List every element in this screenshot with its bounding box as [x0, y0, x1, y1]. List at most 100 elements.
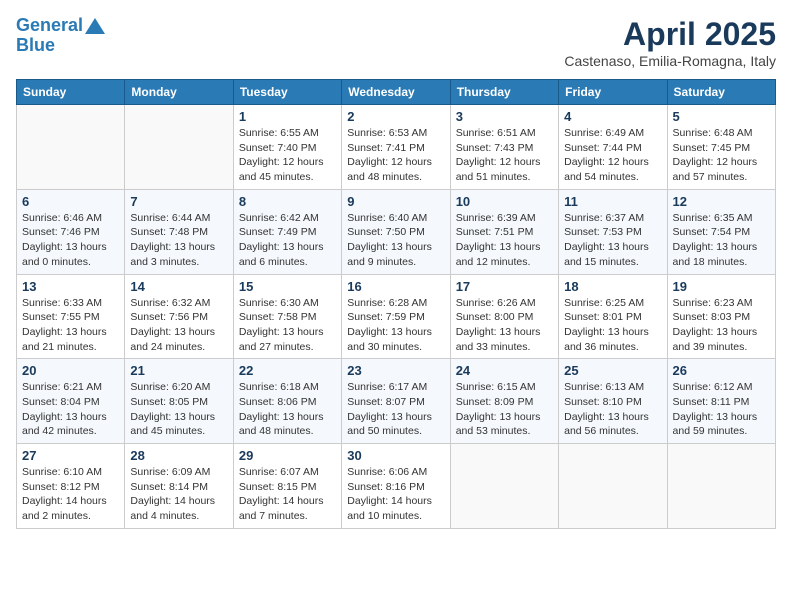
calendar-week-row: 20 Sunrise: 6:21 AM Sunset: 8:04 PM Dayli…: [17, 359, 776, 444]
calendar-cell: 26 Sunrise: 6:12 AM Sunset: 8:11 PM Dayli…: [667, 359, 775, 444]
day-info: Sunrise: 6:30 AM Sunset: 7:58 PM Dayligh…: [239, 296, 336, 355]
logo-triangle-icon: [85, 18, 105, 34]
logo-line1: General: [16, 15, 83, 35]
weekday-header-row: SundayMondayTuesdayWednesdayThursdayFrid…: [17, 80, 776, 105]
day-info: Sunrise: 6:25 AM Sunset: 8:01 PM Dayligh…: [564, 296, 661, 355]
day-number: 8: [239, 194, 336, 209]
day-number: 3: [456, 109, 553, 124]
calendar-cell: 11 Sunrise: 6:37 AM Sunset: 7:53 PM Dayli…: [559, 189, 667, 274]
calendar-cell: [125, 105, 233, 190]
calendar-title: April 2025: [564, 16, 776, 53]
day-info: Sunrise: 6:40 AM Sunset: 7:50 PM Dayligh…: [347, 211, 444, 270]
day-info: Sunrise: 6:39 AM Sunset: 7:51 PM Dayligh…: [456, 211, 553, 270]
calendar-table: SundayMondayTuesdayWednesdayThursdayFrid…: [16, 79, 776, 529]
day-number: 11: [564, 194, 661, 209]
day-info: Sunrise: 6:20 AM Sunset: 8:05 PM Dayligh…: [130, 380, 227, 439]
day-info: Sunrise: 6:55 AM Sunset: 7:40 PM Dayligh…: [239, 126, 336, 185]
day-number: 5: [673, 109, 770, 124]
calendar-cell: 24 Sunrise: 6:15 AM Sunset: 8:09 PM Dayli…: [450, 359, 558, 444]
calendar-cell: 13 Sunrise: 6:33 AM Sunset: 7:55 PM Dayli…: [17, 274, 125, 359]
day-number: 24: [456, 363, 553, 378]
calendar-cell: 6Sunrise: 6:46 AM Sunset: 7:46 PM Daylig…: [17, 189, 125, 274]
day-info: Sunrise: 6:10 AM Sunset: 8:12 PM Dayligh…: [22, 465, 119, 524]
day-number: 22: [239, 363, 336, 378]
calendar-cell: [450, 444, 558, 529]
calendar-week-row: 1 Sunrise: 6:55 AM Sunset: 7:40 PM Daylig…: [17, 105, 776, 190]
calendar-cell: 15Sunrise: 6:30 AM Sunset: 7:58 PM Dayli…: [233, 274, 341, 359]
weekday-header-wednesday: Wednesday: [342, 80, 450, 105]
weekday-header-sunday: Sunday: [17, 80, 125, 105]
day-number: 18: [564, 279, 661, 294]
day-number: 6: [22, 194, 119, 209]
day-number: 20: [22, 363, 119, 378]
day-info: Sunrise: 6:44 AM Sunset: 7:48 PM Dayligh…: [130, 211, 227, 270]
day-info: Sunrise: 6:48 AM Sunset: 7:45 PM Dayligh…: [673, 126, 770, 185]
day-info: Sunrise: 6:21 AM Sunset: 8:04 PM Dayligh…: [22, 380, 119, 439]
calendar-cell: 25Sunrise: 6:13 AM Sunset: 8:10 PM Dayli…: [559, 359, 667, 444]
day-info: Sunrise: 6:28 AM Sunset: 7:59 PM Dayligh…: [347, 296, 444, 355]
logo-text: General Blue: [16, 16, 105, 56]
day-number: 26: [673, 363, 770, 378]
day-info: Sunrise: 6:32 AM Sunset: 7:56 PM Dayligh…: [130, 296, 227, 355]
day-info: Sunrise: 6:13 AM Sunset: 8:10 PM Dayligh…: [564, 380, 661, 439]
calendar-cell: 8Sunrise: 6:42 AM Sunset: 7:49 PM Daylig…: [233, 189, 341, 274]
weekday-header-thursday: Thursday: [450, 80, 558, 105]
day-info: Sunrise: 6:12 AM Sunset: 8:11 PM Dayligh…: [673, 380, 770, 439]
calendar-cell: 19 Sunrise: 6:23 AM Sunset: 8:03 PM Dayli…: [667, 274, 775, 359]
day-info: Sunrise: 6:33 AM Sunset: 7:55 PM Dayligh…: [22, 296, 119, 355]
calendar-cell: 1 Sunrise: 6:55 AM Sunset: 7:40 PM Daylig…: [233, 105, 341, 190]
calendar-cell: 3 Sunrise: 6:51 AM Sunset: 7:43 PM Daylig…: [450, 105, 558, 190]
calendar-cell: 16 Sunrise: 6:28 AM Sunset: 7:59 PM Dayli…: [342, 274, 450, 359]
day-number: 7: [130, 194, 227, 209]
day-info: Sunrise: 6:06 AM Sunset: 8:16 PM Dayligh…: [347, 465, 444, 524]
calendar-cell: 23Sunrise: 6:17 AM Sunset: 8:07 PM Dayli…: [342, 359, 450, 444]
calendar-subtitle: Castenaso, Emilia-Romagna, Italy: [564, 53, 776, 69]
day-info: Sunrise: 6:37 AM Sunset: 7:53 PM Dayligh…: [564, 211, 661, 270]
calendar-cell: 30 Sunrise: 6:06 AM Sunset: 8:16 PM Dayli…: [342, 444, 450, 529]
day-number: 1: [239, 109, 336, 124]
day-number: 4: [564, 109, 661, 124]
logo: General Blue: [16, 16, 105, 56]
calendar-week-row: 6Sunrise: 6:46 AM Sunset: 7:46 PM Daylig…: [17, 189, 776, 274]
calendar-cell: 21 Sunrise: 6:20 AM Sunset: 8:05 PM Dayli…: [125, 359, 233, 444]
day-number: 17: [456, 279, 553, 294]
calendar-cell: 20 Sunrise: 6:21 AM Sunset: 8:04 PM Dayli…: [17, 359, 125, 444]
calendar-cell: 27 Sunrise: 6:10 AM Sunset: 8:12 PM Dayli…: [17, 444, 125, 529]
day-number: 19: [673, 279, 770, 294]
calendar-week-row: 27 Sunrise: 6:10 AM Sunset: 8:12 PM Dayli…: [17, 444, 776, 529]
calendar-cell: 12 Sunrise: 6:35 AM Sunset: 7:54 PM Dayli…: [667, 189, 775, 274]
day-info: Sunrise: 6:18 AM Sunset: 8:06 PM Dayligh…: [239, 380, 336, 439]
day-info: Sunrise: 6:23 AM Sunset: 8:03 PM Dayligh…: [673, 296, 770, 355]
calendar-cell: [17, 105, 125, 190]
calendar-cell: 29Sunrise: 6:07 AM Sunset: 8:15 PM Dayli…: [233, 444, 341, 529]
calendar-cell: 22 Sunrise: 6:18 AM Sunset: 8:06 PM Dayli…: [233, 359, 341, 444]
weekday-header-saturday: Saturday: [667, 80, 775, 105]
day-number: 2: [347, 109, 444, 124]
calendar-cell: 28Sunrise: 6:09 AM Sunset: 8:14 PM Dayli…: [125, 444, 233, 529]
weekday-header-tuesday: Tuesday: [233, 80, 341, 105]
day-info: Sunrise: 6:51 AM Sunset: 7:43 PM Dayligh…: [456, 126, 553, 185]
calendar-cell: 14Sunrise: 6:32 AM Sunset: 7:56 PM Dayli…: [125, 274, 233, 359]
calendar-cell: 18 Sunrise: 6:25 AM Sunset: 8:01 PM Dayli…: [559, 274, 667, 359]
day-number: 27: [22, 448, 119, 463]
day-info: Sunrise: 6:07 AM Sunset: 8:15 PM Dayligh…: [239, 465, 336, 524]
day-number: 21: [130, 363, 227, 378]
day-number: 12: [673, 194, 770, 209]
logo-line2: Blue: [16, 35, 55, 55]
calendar-cell: [667, 444, 775, 529]
day-info: Sunrise: 6:15 AM Sunset: 8:09 PM Dayligh…: [456, 380, 553, 439]
calendar-cell: 5 Sunrise: 6:48 AM Sunset: 7:45 PM Daylig…: [667, 105, 775, 190]
day-number: 16: [347, 279, 444, 294]
weekday-header-friday: Friday: [559, 80, 667, 105]
day-info: Sunrise: 6:26 AM Sunset: 8:00 PM Dayligh…: [456, 296, 553, 355]
day-number: 13: [22, 279, 119, 294]
day-info: Sunrise: 6:49 AM Sunset: 7:44 PM Dayligh…: [564, 126, 661, 185]
day-info: Sunrise: 6:35 AM Sunset: 7:54 PM Dayligh…: [673, 211, 770, 270]
day-number: 30: [347, 448, 444, 463]
calendar-cell: 7 Sunrise: 6:44 AM Sunset: 7:48 PM Daylig…: [125, 189, 233, 274]
calendar-cell: 10 Sunrise: 6:39 AM Sunset: 7:51 PM Dayli…: [450, 189, 558, 274]
day-number: 9: [347, 194, 444, 209]
day-number: 10: [456, 194, 553, 209]
day-number: 28: [130, 448, 227, 463]
title-area: April 2025 Castenaso, Emilia-Romagna, It…: [564, 16, 776, 69]
